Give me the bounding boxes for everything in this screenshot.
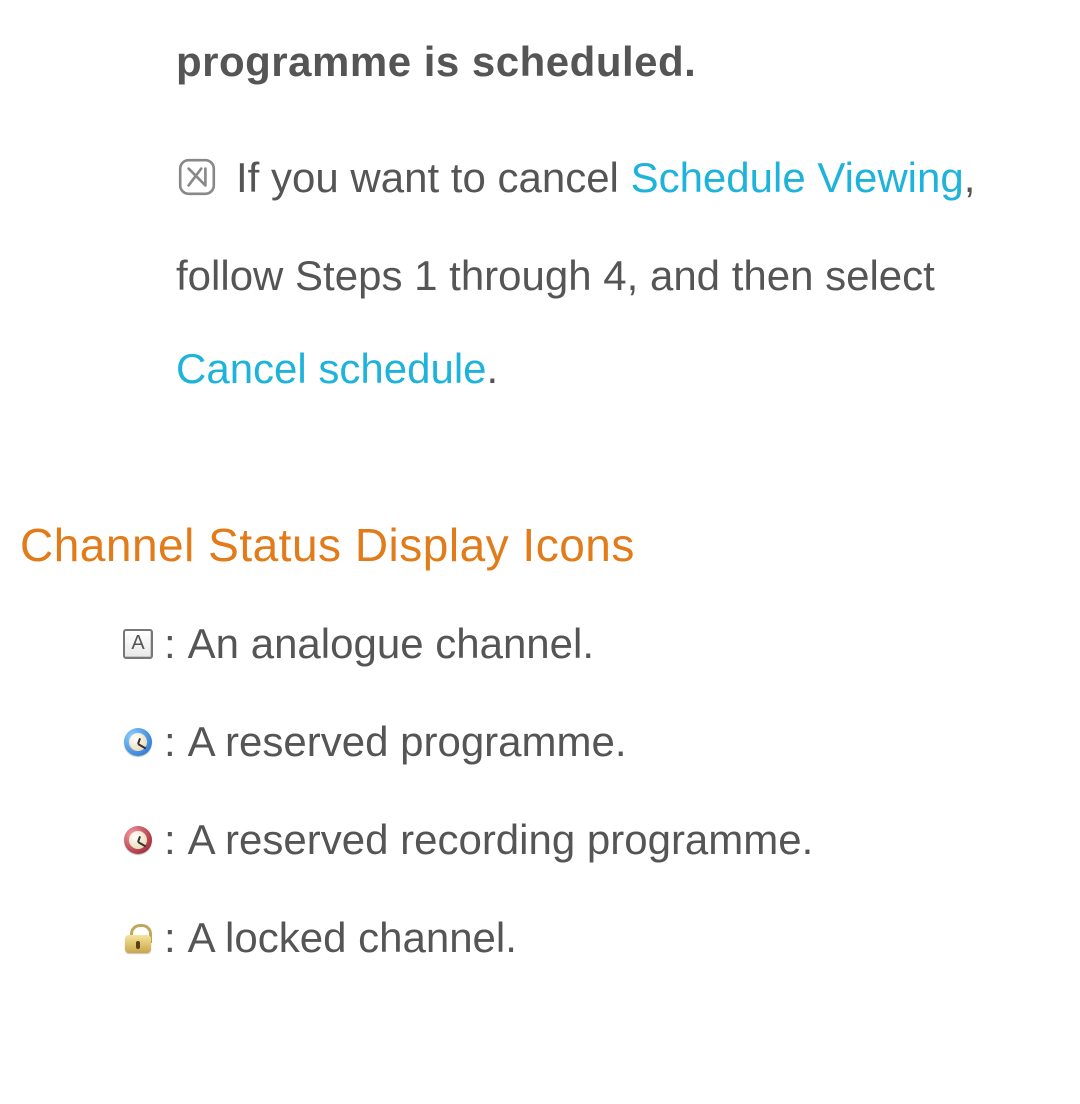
top-fragment-text: programme is scheduled. <box>176 38 696 86</box>
icons-list: A : An analogue channel. : A reserved pr… <box>120 620 1020 1012</box>
locked-desc: A locked channel. <box>188 914 517 962</box>
colon: : <box>164 816 176 864</box>
recording-desc: A reserved recording programme. <box>188 816 814 864</box>
icon-row-recording: : A reserved recording programme. <box>120 816 1020 864</box>
note-post: . <box>487 345 499 392</box>
reserved-clock-icon <box>120 728 156 756</box>
manual-page: programme is scheduled. If you want to c… <box>0 0 1080 1104</box>
section-heading: Channel Status Display Icons <box>20 518 635 572</box>
icon-row-locked: : A locked channel. <box>120 914 1020 962</box>
note-icon <box>176 138 218 230</box>
analogue-desc: An analogue channel. <box>188 620 594 668</box>
note-text: If you want to cancel Schedule Viewing, … <box>176 154 975 392</box>
recording-clock-icon <box>120 826 156 854</box>
reserved-desc: A reserved programme. <box>188 718 627 766</box>
colon: : <box>164 620 176 668</box>
lock-icon <box>120 924 156 952</box>
icon-row-reserved: : A reserved programme. <box>120 718 1020 766</box>
analogue-icon: A <box>120 629 156 659</box>
analogue-badge-letter: A <box>123 629 153 659</box>
note-block: If you want to cancel Schedule Viewing, … <box>176 132 1056 415</box>
link-schedule-viewing: Schedule Viewing <box>631 154 964 201</box>
colon: : <box>164 718 176 766</box>
colon: : <box>164 914 176 962</box>
icon-row-analogue: A : An analogue channel. <box>120 620 1020 668</box>
note-pre: If you want to cancel <box>236 154 631 201</box>
link-cancel-schedule: Cancel schedule <box>176 345 487 392</box>
